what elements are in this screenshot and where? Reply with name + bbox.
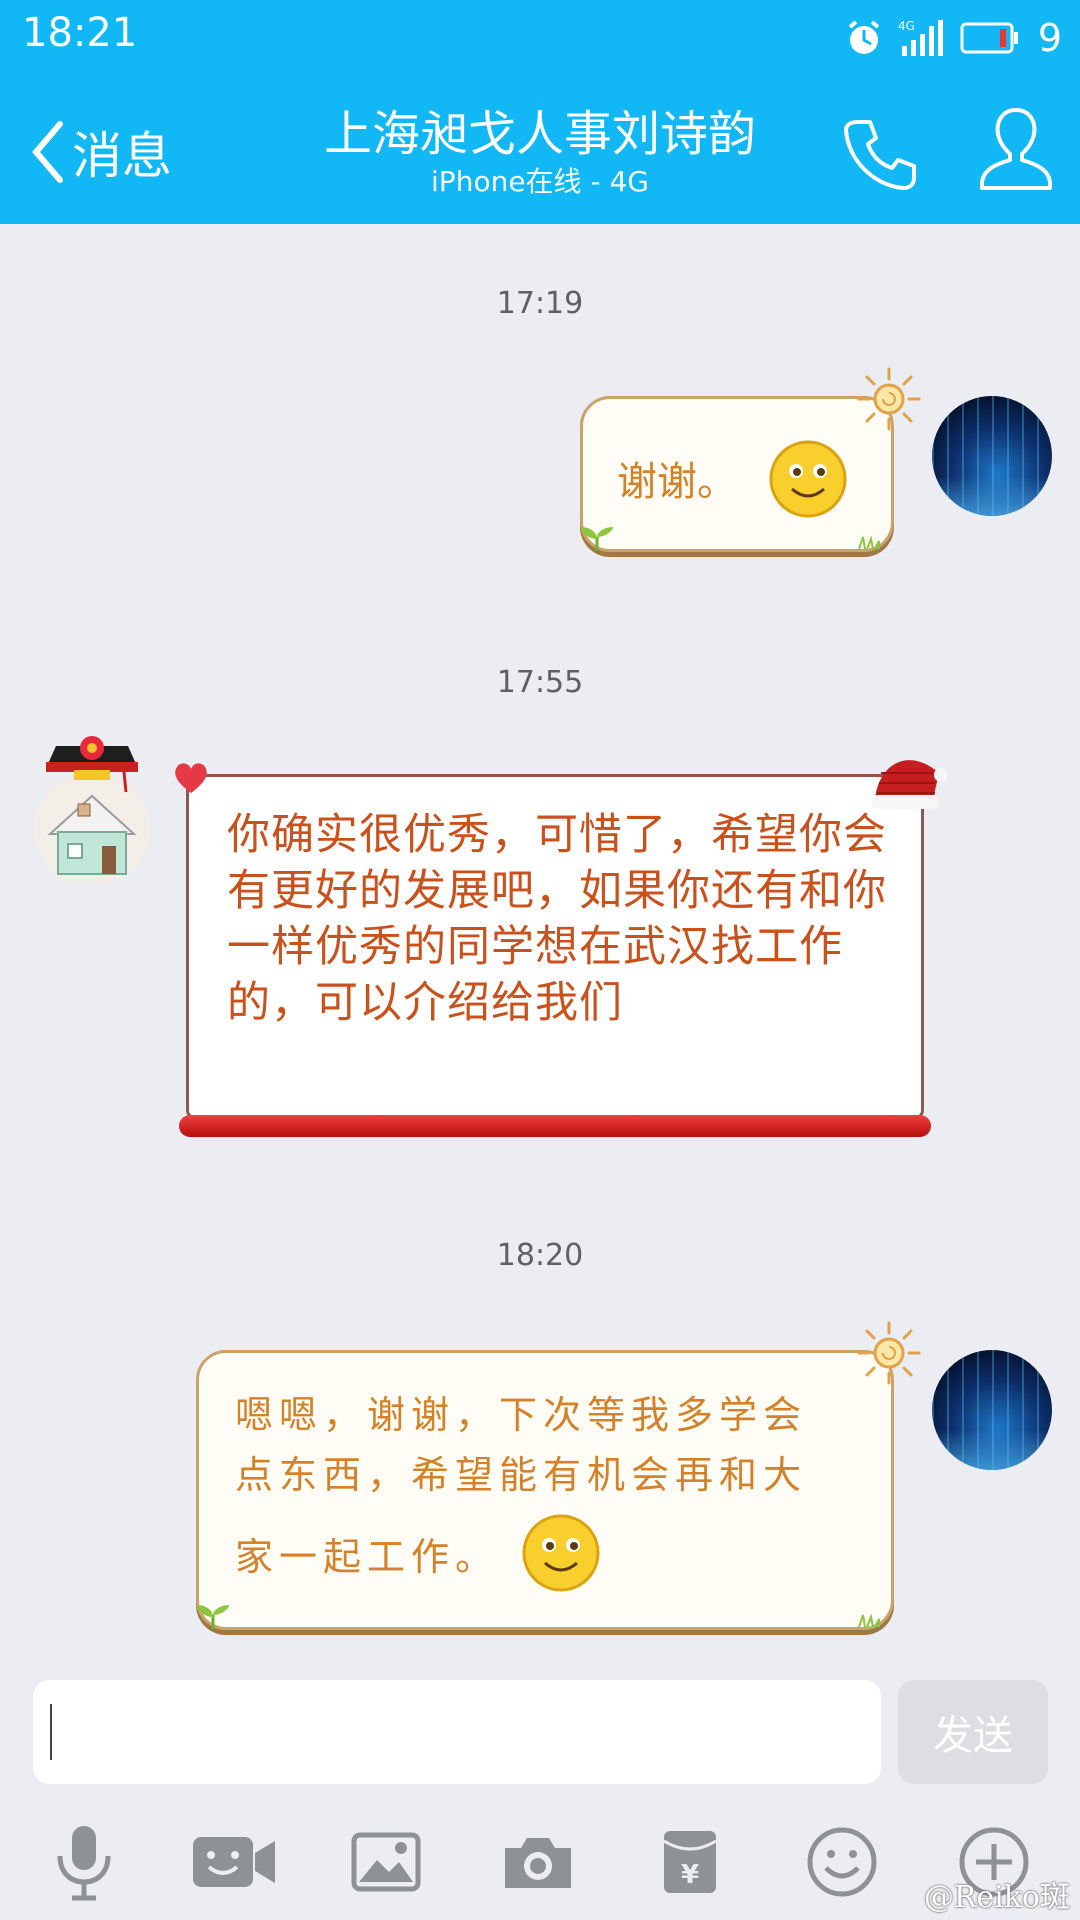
battery-icon	[960, 22, 1018, 54]
camera-button[interactable]	[488, 1822, 588, 1902]
message-text-line: 点东西，希望能有机会再和大	[235, 1453, 808, 1497]
video-icon	[193, 1837, 275, 1887]
sprout-decoration-icon	[581, 527, 613, 551]
message-text: 你确实很优秀，可惜了，希望你会有更好的发展吧，如果你还有和你一样优秀的同学想在武…	[227, 810, 887, 1028]
voice-button[interactable]	[34, 1822, 134, 1902]
emoji-icon	[807, 1827, 877, 1897]
battery-level: 9	[1037, 16, 1062, 60]
grass-decoration-icon	[858, 535, 880, 549]
call-button[interactable]	[840, 114, 920, 198]
network-label: 4G	[898, 19, 915, 33]
red-ribbon-decoration	[179, 1115, 931, 1137]
emoji-button[interactable]	[792, 1822, 892, 1902]
sprout-decoration-icon	[197, 1605, 229, 1629]
contact-avatar[interactable]	[28, 734, 156, 884]
text-caret	[50, 1704, 52, 1760]
message-bubble-outgoing[interactable]: 谢谢。	[580, 367, 921, 552]
timestamp: 17:55	[496, 665, 584, 700]
profile-button[interactable]	[978, 104, 1054, 198]
video-button[interactable]	[184, 1822, 284, 1902]
person-icon	[980, 108, 1052, 190]
image-icon	[351, 1832, 421, 1892]
microphone-icon	[57, 1826, 111, 1901]
sun-decoration-icon	[857, 1321, 921, 1385]
watermark: @Reiko斑	[923, 1880, 1070, 1915]
my-avatar[interactable]	[932, 1350, 1052, 1470]
image-button[interactable]	[336, 1822, 436, 1902]
red-packet-icon: ¥	[663, 1831, 717, 1893]
nav-bar: 消息 上海昶戈人事刘诗韵 iPhone在线 - 4G	[0, 86, 1080, 224]
red-packet-button[interactable]: ¥	[640, 1822, 740, 1902]
message-bubble-outgoing[interactable]: 嗯嗯，谢谢，下次等我多学会 点东西，希望能有机会再和大 家一起工作。	[196, 1321, 921, 1630]
message-bubble-incoming[interactable]: 你确实很优秀，可惜了，希望你会有更好的发展吧，如果你还有和你一样优秀的同学想在武…	[175, 760, 948, 1137]
send-button[interactable]: 发送	[898, 1680, 1048, 1784]
santa-hat-icon	[871, 760, 948, 809]
timestamp: 17:19	[496, 286, 584, 321]
chat-header: 18:21 4G 9 消息 上海昶戈人事刘诗韵 iPhone在线 - 4G	[0, 0, 1080, 224]
smiley-emoji-icon	[769, 440, 847, 518]
input-toolbar: ¥ @Reiko斑	[0, 1790, 1080, 1920]
grass-decoration-icon	[858, 1613, 880, 1627]
message-text: 谢谢。	[617, 459, 737, 505]
sun-decoration-icon	[857, 367, 921, 431]
heart-decoration-icon	[175, 763, 207, 793]
phone-icon	[844, 120, 916, 190]
smiley-emoji-icon	[522, 1514, 600, 1592]
message-text-line: 嗯嗯，谢谢，下次等我多学会	[235, 1393, 808, 1437]
svg-text:¥: ¥	[681, 1860, 699, 1890]
composer: 发送	[0, 1660, 1080, 1790]
status-bar: 18:21 4G 9	[0, 0, 1080, 74]
camera-icon	[505, 1838, 571, 1888]
alarm-icon	[848, 20, 880, 54]
my-avatar[interactable]	[932, 396, 1052, 516]
status-time: 18:21	[22, 10, 138, 56]
chat-area[interactable]: 17:19 谢谢。 17:55 你确实很优秀，可惜了，希望你会有更好的发展吧，如…	[0, 224, 1080, 1660]
message-input[interactable]	[33, 1680, 881, 1784]
signal-icon: 4G	[898, 19, 943, 56]
status-icons: 4G 9	[844, 14, 1062, 62]
timestamp: 18:20	[496, 1238, 584, 1273]
